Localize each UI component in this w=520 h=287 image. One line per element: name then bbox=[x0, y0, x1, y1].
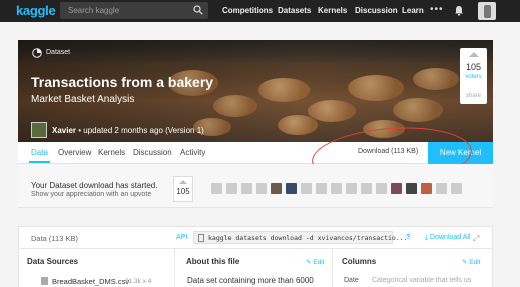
expand-icon[interactable]: ⤢ bbox=[473, 234, 479, 244]
columns-header: Columns bbox=[342, 257, 377, 266]
column-description: Categorical variable that tells us bbox=[372, 277, 472, 284]
edit-about-button[interactable]: ✎ Edit bbox=[306, 258, 324, 266]
tab-discussion[interactable]: Discussion bbox=[133, 148, 172, 157]
search-icon[interactable] bbox=[193, 5, 203, 15]
more-menu-icon[interactable]: ••• bbox=[430, 4, 444, 15]
voter-avatar[interactable] bbox=[436, 183, 447, 194]
owner-info: Xavier • updated 2 months ago (Version 1… bbox=[52, 126, 204, 135]
help-icon[interactable]: ? bbox=[406, 234, 410, 241]
voter-avatar[interactable] bbox=[256, 183, 267, 194]
voter-avatar[interactable] bbox=[271, 183, 282, 194]
voter-avatar[interactable] bbox=[211, 183, 222, 194]
share-link[interactable]: share bbox=[460, 93, 487, 99]
voter-avatar[interactable] bbox=[361, 183, 372, 194]
user-avatar[interactable] bbox=[478, 2, 496, 20]
banner-vote-count: 105 bbox=[176, 187, 190, 196]
voter-avatar[interactable] bbox=[451, 183, 462, 194]
tab-activity[interactable]: Activity bbox=[180, 148, 205, 157]
notifications-bell-icon[interactable] bbox=[454, 5, 464, 16]
dataset-hero-banner: Dataset Transactions from a bakery Marke… bbox=[18, 40, 493, 142]
data-panel-header: Data (113 KB) API kaggle datasets downlo… bbox=[19, 227, 492, 249]
about-file-text: Data set containing more than 6000 bbox=[187, 276, 314, 285]
data-sources-header: Data Sources bbox=[27, 257, 79, 266]
copy-clipboard-icon[interactable] bbox=[198, 234, 204, 242]
data-panel: Data (113 KB) API kaggle datasets downlo… bbox=[18, 226, 493, 287]
update-info: • updated 2 months ago (Version 1) bbox=[76, 126, 204, 135]
active-tab-indicator bbox=[29, 161, 50, 163]
data-source-file[interactable]: BreadBasket_DMS.csv bbox=[52, 277, 129, 286]
voters-link[interactable]: voters bbox=[460, 74, 487, 80]
download-all-label: Download All bbox=[430, 234, 471, 241]
voter-avatar[interactable] bbox=[316, 183, 327, 194]
voter-avatar[interactable] bbox=[226, 183, 237, 194]
voter-avatar[interactable] bbox=[286, 183, 297, 194]
voter-avatar[interactable] bbox=[376, 183, 387, 194]
api-button[interactable]: API bbox=[176, 234, 187, 241]
dataset-type-icon bbox=[32, 48, 42, 58]
voter-avatar[interactable] bbox=[346, 183, 357, 194]
nav-competitions[interactable]: Competitions bbox=[222, 6, 273, 15]
voter-avatar[interactable] bbox=[421, 183, 432, 194]
owner-avatar[interactable] bbox=[31, 122, 47, 138]
upvote-banner: Your Dataset download has started. Show … bbox=[18, 164, 493, 208]
voter-avatar[interactable] bbox=[391, 183, 402, 194]
vote-count: 105 bbox=[465, 62, 482, 72]
vote-box[interactable]: 105 voters share bbox=[460, 48, 487, 104]
column-divider bbox=[174, 249, 175, 287]
search-placeholder: Search kaggle bbox=[68, 6, 120, 15]
csv-file-icon bbox=[41, 277, 48, 285]
nav-discussion[interactable]: Discussion bbox=[355, 6, 398, 15]
data-size-label: Data (113 KB) bbox=[31, 234, 78, 243]
voter-avatar[interactable] bbox=[241, 183, 252, 194]
download-all-button[interactable]: ⤓ Download All bbox=[425, 234, 471, 242]
dataset-subtitle: Market Basket Analysis bbox=[31, 94, 135, 105]
column-name: Date bbox=[344, 277, 359, 284]
tab-kernels[interactable]: Kernels bbox=[98, 148, 125, 157]
nav-kernels[interactable]: Kernels bbox=[318, 6, 347, 15]
voter-avatar[interactable] bbox=[331, 183, 342, 194]
api-command-text: kaggle datasets download -d xvivancos/tr… bbox=[208, 234, 408, 242]
nav-datasets[interactable]: Datasets bbox=[278, 6, 311, 15]
voter-avatar[interactable] bbox=[301, 183, 312, 194]
api-command-field[interactable]: kaggle datasets download -d xvivancos/tr… bbox=[193, 231, 408, 244]
column-divider bbox=[332, 249, 333, 287]
banner-upvote-button[interactable]: 105 bbox=[173, 176, 193, 202]
edit-columns-button[interactable]: ✎ Edit bbox=[462, 258, 480, 266]
banner-upvote-arrow-icon bbox=[179, 180, 187, 184]
upvote-prompt-text: Show your appreciation with an upvote bbox=[31, 191, 152, 198]
top-nav: kaggle Search kaggle Competitions Datase… bbox=[0, 0, 520, 22]
dataset-title: Transactions from a bakery bbox=[31, 74, 214, 90]
tab-data[interactable]: Data bbox=[31, 148, 48, 157]
tab-overview[interactable]: Overview bbox=[58, 148, 91, 157]
download-started-text: Your Dataset download has started. bbox=[31, 181, 158, 190]
owner-name[interactable]: Xavier bbox=[52, 126, 76, 135]
about-file-header: About this file bbox=[186, 257, 240, 266]
search-input[interactable]: Search kaggle bbox=[60, 2, 208, 19]
nav-learn[interactable]: Learn bbox=[402, 6, 424, 15]
file-dimensions: 21.3k x 4 bbox=[125, 278, 152, 285]
voter-avatar[interactable] bbox=[406, 183, 417, 194]
dataset-type-label: Dataset bbox=[46, 49, 71, 56]
kaggle-logo[interactable]: kaggle bbox=[16, 3, 56, 18]
upvote-arrow-icon[interactable] bbox=[469, 52, 479, 57]
